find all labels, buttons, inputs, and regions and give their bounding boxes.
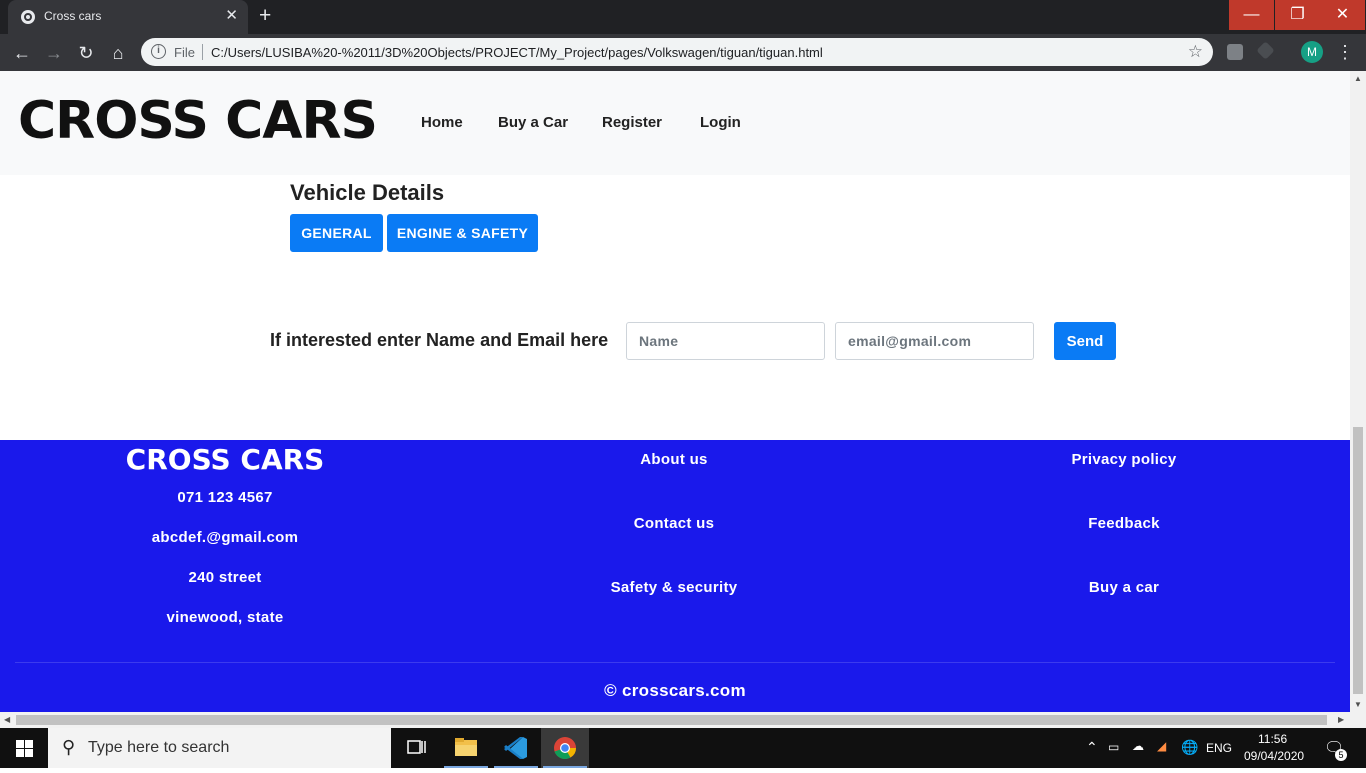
footer-link-buy-a-car[interactable]: Buy a car — [899, 579, 1349, 596]
task-view-icon[interactable] — [392, 728, 440, 768]
network-globe-icon[interactable]: 🌐 — [1181, 739, 1198, 756]
language-indicator[interactable]: ENG — [1206, 741, 1232, 755]
name-input[interactable] — [626, 322, 825, 360]
web-page: CROSS CARS Home Buy a Car Register Login… — [0, 71, 1350, 712]
extension-icon[interactable] — [1227, 44, 1243, 60]
tab-title: Cross cars — [44, 9, 102, 23]
file-explorer-icon[interactable] — [442, 728, 490, 768]
vertical-scrollbar[interactable]: ▲ ▼ — [1350, 71, 1366, 712]
taskbar-search-box[interactable]: ⚲ Type here to search — [48, 728, 391, 768]
new-tab-button[interactable]: + — [259, 5, 271, 27]
clock-date[interactable]: 09/04/2020 — [1244, 749, 1304, 763]
reload-icon[interactable]: ↻ — [74, 41, 98, 65]
scroll-right-arrow-icon[interactable]: ▶ — [1338, 715, 1344, 724]
scroll-up-arrow-icon[interactable]: ▲ — [1354, 74, 1362, 83]
vscode-icon[interactable] — [492, 728, 540, 768]
onedrive-cloud-icon[interactable]: ☁ — [1132, 739, 1144, 753]
footer-link-safety-security[interactable]: Safety & security — [449, 579, 899, 596]
tab-engine-safety[interactable]: ENGINE & SAFETY — [387, 214, 538, 252]
footer-copyright: © crosscars.com — [604, 681, 746, 700]
footer-link-privacy-policy[interactable]: Privacy policy — [899, 451, 1349, 468]
footer-street: 240 street — [188, 569, 262, 586]
volume-muted-icon[interactable]: ◢ — [1157, 739, 1166, 753]
footer-link-about-us[interactable]: About us — [449, 451, 899, 468]
address-separator — [202, 44, 203, 60]
search-icon: ⚲ — [62, 737, 76, 757]
extension-cube-icon[interactable] — [1256, 41, 1275, 60]
taskbar-search-placeholder: Type here to search — [88, 739, 230, 756]
window-minimize-button[interactable]: — — [1229, 0, 1274, 30]
footer-divider — [15, 662, 1335, 663]
windows-start-icon[interactable] — [0, 728, 48, 768]
site-header: CROSS CARS Home Buy a Car Register Login — [0, 71, 1350, 175]
windows-taskbar: ⚲ Type here to search ⌃ ▭ ☁ ◢ 🌐 ENG 11:5… — [0, 728, 1366, 768]
vertical-scroll-thumb[interactable] — [1353, 427, 1363, 694]
nav-buy-a-car[interactable]: Buy a Car — [498, 114, 568, 131]
interest-form-label: If interested enter Name and Email here — [270, 330, 609, 350]
address-url[interactable]: C:/Users/LUSIBA%20-%2011/3D%20Objects/PR… — [211, 45, 823, 60]
tab-close-icon[interactable]: ✕ — [225, 7, 238, 25]
footer-city: vinewood, state — [166, 609, 284, 626]
nav-login[interactable]: Login — [700, 114, 741, 131]
footer-phone: 071 123 4567 — [177, 489, 273, 506]
address-scheme: File — [174, 45, 195, 60]
email-input[interactable] — [835, 322, 1034, 360]
scroll-down-arrow-icon[interactable]: ▼ — [1354, 700, 1362, 709]
info-icon[interactable]: i — [151, 44, 166, 59]
home-icon[interactable]: ⌂ — [106, 41, 130, 65]
site-footer: CROSS CARS 071 123 4567 abcdef.@gmail.co… — [0, 440, 1350, 712]
nav-register[interactable]: Register — [602, 114, 662, 131]
profile-avatar[interactable]: M — [1301, 41, 1323, 63]
send-button[interactable]: Send — [1054, 322, 1116, 360]
browser-toolbar: ← → ↻ ⌂ i File C:/Users/LUSIBA%20-%2011/… — [0, 34, 1366, 71]
horizontal-scrollbar[interactable]: ◀ ▶ — [0, 712, 1366, 728]
battery-icon[interactable]: ▭ — [1108, 740, 1119, 754]
site-brand[interactable]: CROSS CARS — [18, 91, 378, 151]
chrome-icon[interactable] — [541, 728, 589, 768]
browser-menu-icon[interactable]: ⋮ — [1336, 41, 1354, 63]
footer-link-feedback[interactable]: Feedback — [899, 515, 1349, 532]
horizontal-scroll-thumb[interactable] — [16, 715, 1327, 725]
footer-email: abcdef.@gmail.com — [151, 529, 299, 546]
tab-general[interactable]: GENERAL — [290, 214, 383, 252]
globe-icon — [21, 10, 35, 24]
back-icon[interactable]: ← — [10, 41, 34, 65]
bookmark-star-icon[interactable]: ☆ — [1188, 42, 1203, 62]
vehicle-details-title: Vehicle Details — [290, 180, 445, 205]
address-bar[interactable]: i File C:/Users/LUSIBA%20-%2011/3D%20Obj… — [141, 38, 1213, 66]
notification-count-badge: 5 — [1335, 749, 1347, 761]
forward-icon[interactable]: → — [42, 41, 66, 65]
tray-overflow-chevron-icon[interactable]: ⌃ — [1086, 739, 1098, 756]
clock-time[interactable]: 11:56 — [1258, 732, 1287, 746]
window-close-button[interactable]: ✕ — [1320, 0, 1365, 30]
browser-tab[interactable]: Cross cars ✕ — [8, 0, 248, 34]
footer-brand: CROSS CARS — [125, 443, 325, 476]
browser-title-bar: Cross cars ✕ + — ❐ ✕ — [0, 0, 1366, 34]
footer-link-contact-us[interactable]: Contact us — [449, 515, 899, 532]
scroll-left-arrow-icon[interactable]: ◀ — [4, 715, 10, 724]
window-maximize-button[interactable]: ❐ — [1275, 0, 1320, 30]
nav-home[interactable]: Home — [421, 114, 463, 131]
